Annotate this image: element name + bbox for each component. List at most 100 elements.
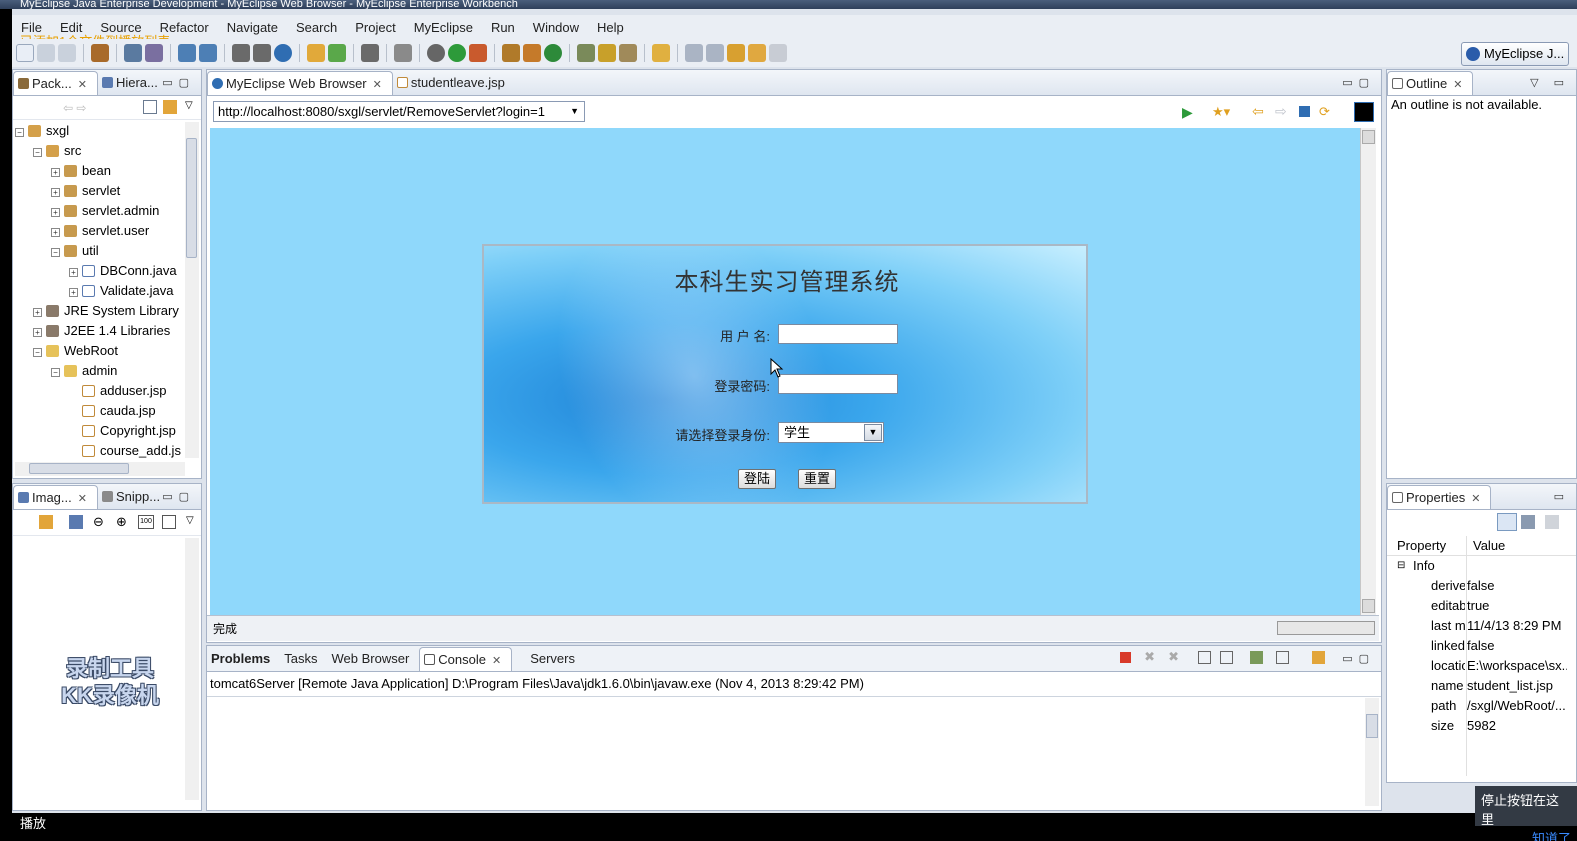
close-icon[interactable]: ✕ <box>78 493 87 505</box>
tree-item[interactable]: course_add.js <box>15 441 183 461</box>
scroll-down-button[interactable] <box>1362 599 1375 613</box>
property-row[interactable]: last modified11/4/13 8:29 PM <box>1387 616 1576 636</box>
minimize-maximize-icon[interactable]: ▭▢ <box>1342 652 1375 665</box>
role-select[interactable]: 学生 ▼ <box>778 422 884 443</box>
view-menu-icon[interactable]: ▽ <box>186 515 194 526</box>
minimize-icon[interactable]: ▭ <box>1554 490 1570 503</box>
menu-run[interactable]: Run <box>482 20 524 35</box>
new-type-icon[interactable] <box>544 44 562 62</box>
save-all-icon[interactable] <box>58 44 76 62</box>
scroll-thumb[interactable] <box>29 463 129 474</box>
close-icon[interactable]: ✕ <box>78 79 87 91</box>
external-tools-icon[interactable] <box>469 44 487 62</box>
url-dropdown-icon[interactable]: ▼ <box>570 102 579 121</box>
screenshot-icon[interactable] <box>361 44 379 62</box>
server-icon[interactable] <box>145 44 163 62</box>
tree-item[interactable]: − admin <box>15 361 183 381</box>
minimize-maximize-icon[interactable]: ▭▢ <box>162 490 195 503</box>
tree-item[interactable]: − util <box>15 241 183 261</box>
expand-icon[interactable]: + <box>69 268 78 277</box>
view-menu-icon[interactable]: ▽ <box>185 100 193 111</box>
restore-default-icon[interactable] <box>1545 515 1559 529</box>
pin-console-icon[interactable] <box>1250 651 1263 664</box>
display-console-icon[interactable] <box>1276 651 1289 664</box>
tab-tasks[interactable]: Tasks <box>280 647 327 671</box>
property-row[interactable]: locationE:\workspace\sx... <box>1387 656 1576 676</box>
tree-item[interactable]: − WebRoot <box>15 341 183 361</box>
stop-server-icon[interactable] <box>253 44 271 62</box>
tab-outline[interactable]: Outline ✕ <box>1387 71 1474 95</box>
got-it-link[interactable]: 知道了 <box>1481 828 1571 841</box>
scroll-thumb[interactable] <box>186 138 197 258</box>
tree-item[interactable]: − sxgl <box>15 121 183 141</box>
tree-item[interactable]: + servlet.admin <box>15 201 183 221</box>
save-icon[interactable] <box>37 44 55 62</box>
fit-window-icon[interactable] <box>162 515 176 529</box>
tab-image-viewer[interactable]: Imag... ✕ <box>13 485 98 509</box>
close-icon[interactable]: ✕ <box>1453 79 1462 91</box>
image-vertical-scrollbar[interactable] <box>185 538 199 800</box>
back-arrow-icon[interactable]: ⇦ ⇨ <box>63 101 86 115</box>
category-row[interactable]: ⊟ Info <box>1387 556 1576 576</box>
link-editor-icon[interactable] <box>163 100 177 114</box>
expand-icon[interactable]: + <box>51 208 60 217</box>
tree-vertical-scrollbar[interactable] <box>185 122 199 458</box>
tab-console[interactable]: Console ✕ <box>419 647 513 671</box>
menu-navigate[interactable]: Navigate <box>218 20 287 35</box>
tools-icon[interactable] <box>394 44 412 62</box>
view-menu-icon[interactable]: ▽ ▭ <box>1530 76 1570 89</box>
property-row[interactable]: name student_list.jsp <box>1387 676 1576 696</box>
property-row[interactable]: path/sxgl/WebRoot/... <box>1387 696 1576 716</box>
console-vertical-scrollbar[interactable] <box>1365 698 1379 806</box>
tree-horizontal-scrollbar[interactable] <box>15 462 185 476</box>
property-row[interactable]: linked false <box>1387 636 1576 656</box>
browser-black-button[interactable] <box>1354 102 1374 122</box>
package-icon[interactable] <box>91 44 109 62</box>
open-folder-icon[interactable] <box>307 44 325 62</box>
reset-button[interactable]: 重置 <box>798 469 837 489</box>
tab-web-browser-bottom[interactable]: Web Browser <box>327 647 419 671</box>
collapse-icon[interactable]: − <box>33 348 42 357</box>
tree-item[interactable]: + servlet <box>15 181 183 201</box>
username-input[interactable] <box>778 324 898 344</box>
task-icon[interactable] <box>619 44 637 62</box>
debug-icon[interactable] <box>427 44 445 62</box>
favorites-icon[interactable]: ★▾ <box>1212 104 1230 120</box>
clear-console-icon[interactable] <box>1198 651 1211 664</box>
annotation-icon[interactable] <box>652 44 670 62</box>
minimize-maximize-icon[interactable]: ▭▢ <box>1342 76 1375 89</box>
tree-item[interactable]: + JRE System Library <box>15 301 183 321</box>
expand-icon[interactable]: + <box>51 228 60 237</box>
search-tool-icon[interactable] <box>598 44 616 62</box>
deploy-icon[interactable] <box>124 44 142 62</box>
collapse-all-icon[interactable] <box>143 100 157 114</box>
tab-hierarchy[interactable]: Hiera... <box>98 71 168 95</box>
new-icon[interactable] <box>16 44 34 62</box>
browser-back-icon[interactable]: ⇦ <box>1252 103 1264 120</box>
menu-help[interactable]: Help <box>588 20 633 35</box>
zoom-in-icon[interactable]: ⊕ <box>116 514 127 530</box>
scroll-thumb[interactable] <box>1366 714 1378 738</box>
tree-item[interactable]: + J2EE 1.4 Libraries <box>15 321 183 341</box>
collapse-icon[interactable]: − <box>51 368 60 377</box>
menu-project[interactable]: Project <box>346 20 404 35</box>
close-icon[interactable]: ✕ <box>492 655 501 667</box>
browser-stop-icon[interactable] <box>1299 106 1310 117</box>
tab-servers[interactable]: Servers <box>512 647 585 671</box>
property-row[interactable]: editabletrue <box>1387 596 1576 616</box>
prev-annotation-icon[interactable] <box>706 44 724 62</box>
tab-studentleave-jsp[interactable]: studentleave.jsp <box>393 71 515 95</box>
sync-icon[interactable] <box>39 515 53 529</box>
collapse-icon[interactable]: − <box>51 248 60 257</box>
filter-icon[interactable] <box>1521 515 1535 529</box>
collapse-icon[interactable]: − <box>33 148 42 157</box>
tab-properties[interactable]: Properties ✕ <box>1387 485 1492 509</box>
minimize-maximize-icon[interactable]: ▭▢ <box>162 76 195 89</box>
scroll-lock-icon[interactable] <box>1220 651 1233 664</box>
perspective-switcher[interactable]: MyEclipse J... <box>1461 42 1569 66</box>
expand-icon[interactable]: + <box>51 188 60 197</box>
property-row[interactable]: derivedfalse <box>1387 576 1576 596</box>
menu-myeclipse[interactable]: MyEclipse <box>405 20 482 35</box>
go-icon[interactable]: ▶ <box>1182 104 1193 121</box>
open-type-icon[interactable] <box>577 44 595 62</box>
